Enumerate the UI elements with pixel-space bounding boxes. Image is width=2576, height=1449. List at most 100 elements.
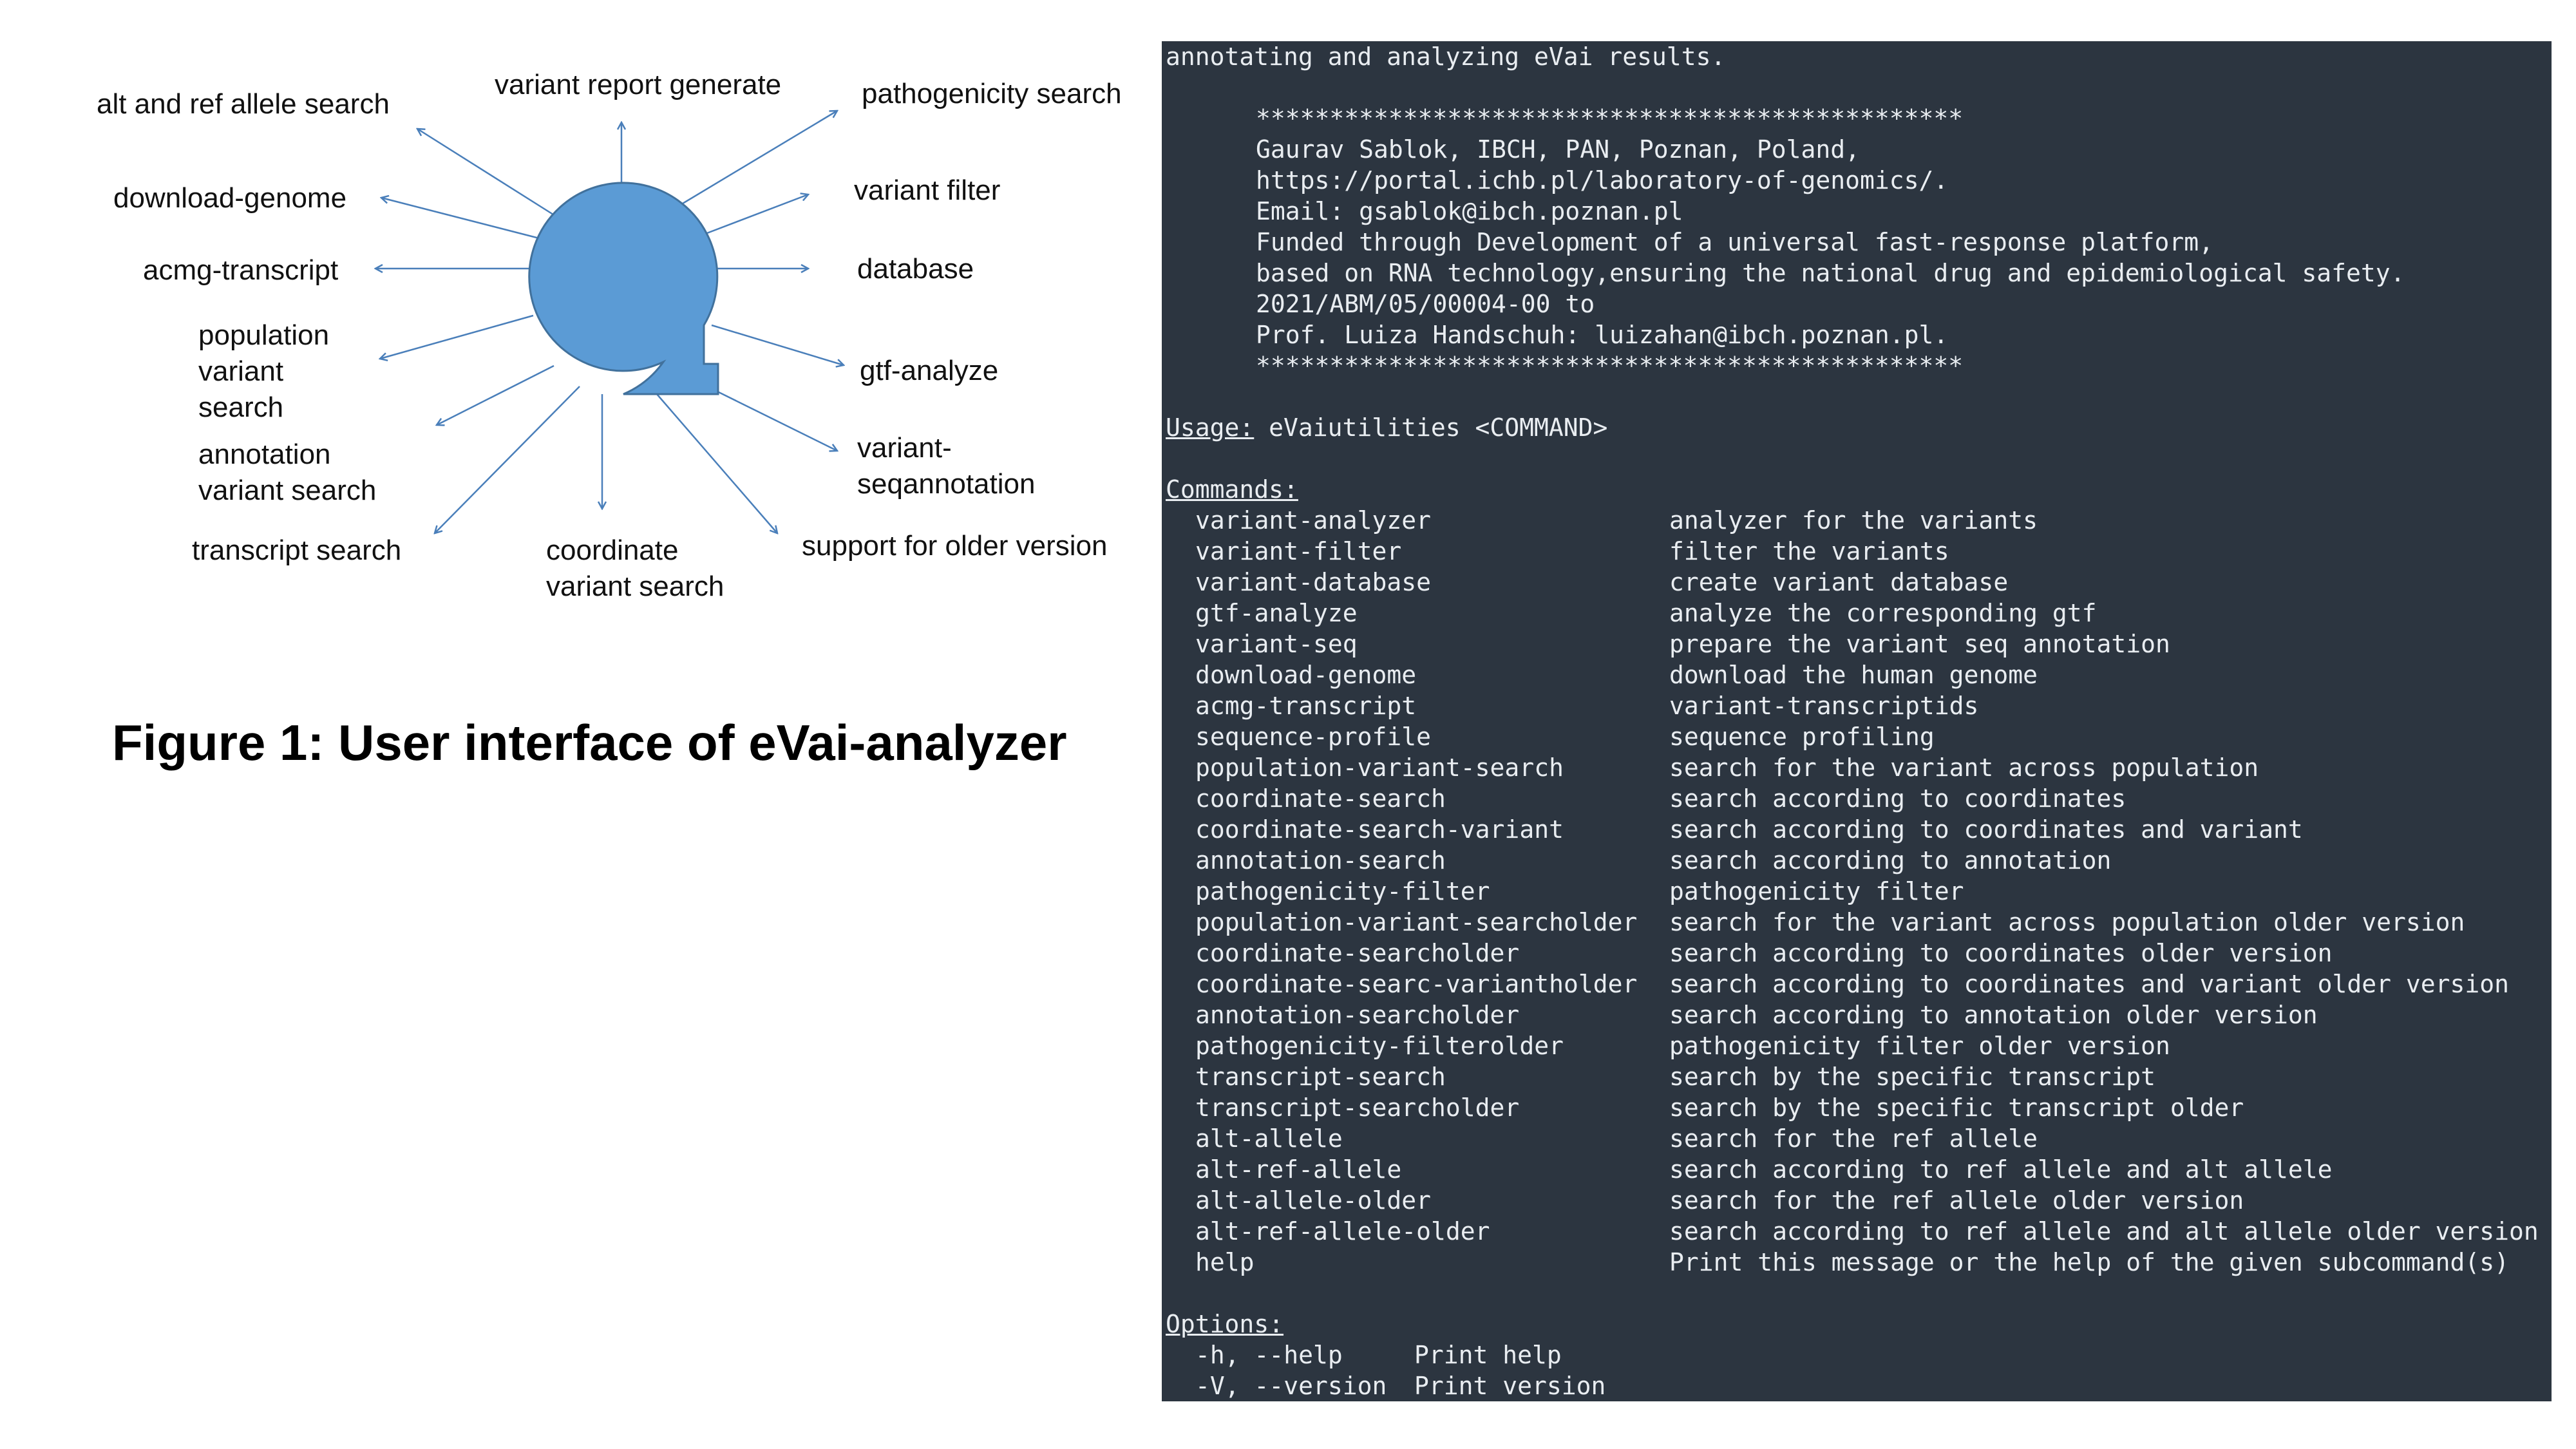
command-name: transcript-searcholder — [1195, 1094, 1520, 1122]
label-download-genome: download-genome — [113, 182, 347, 214]
banner-line: Funded through Development of a universa… — [1256, 228, 2214, 256]
option-flag: -h, --help — [1195, 1341, 1343, 1369]
command-row: gtf-analyze analyze the corresponding gtf — [1166, 598, 2552, 629]
command-description: sequence profiling — [1669, 723, 1935, 751]
command-name: annotation-search — [1195, 846, 1446, 875]
command-row: coordinate-searcholder search according t… — [1166, 938, 2552, 969]
command-description: create variant database — [1669, 568, 2009, 596]
figure-caption: Figure 1: User interface of eVai-analyze… — [112, 714, 1067, 771]
usage-value: eVaiutilities <COMMAND> — [1254, 413, 1608, 442]
command-description: search for the ref allele — [1669, 1124, 2038, 1153]
command-name: variant-filter — [1195, 537, 1402, 565]
command-description: variant-transcriptids — [1669, 692, 1979, 720]
label-variant-filter: variant filter — [854, 175, 1001, 206]
command-row: download-genome download the human genome — [1166, 659, 2552, 690]
label-transcript-search: transcript search — [192, 535, 402, 566]
command-row: pathogenicity-filter pathogenicity filter — [1166, 876, 2552, 907]
command-row: variant-seq prepare the variant seq annot… — [1166, 629, 2552, 659]
arrow-pathogenicity — [672, 111, 837, 211]
command-description: search according to ref allele and alt a… — [1669, 1217, 2539, 1245]
command-name: pathogenicity-filterolder — [1195, 1032, 1564, 1060]
command-row: alt-ref-allele-older search according to … — [1166, 1216, 2552, 1247]
arrow-seqannotation — [715, 390, 837, 451]
banner-line: Gaurav Sablok, IBCH, PAN, Poznan, Poland… — [1256, 135, 1860, 164]
banner-line: based on RNA technology,ensuring the nat… — [1256, 259, 2405, 287]
label-annotation-variant-search: annotation variant search — [198, 439, 377, 506]
arrow-alt-ref — [417, 129, 561, 220]
label-coordinate-variant-search: coordinate variant search — [546, 535, 724, 602]
command-row: transcript-search search by the specific … — [1166, 1061, 2552, 1092]
arrow-older — [656, 393, 777, 533]
banner-line: Email: gsablok@ibch.poznan.pl — [1256, 197, 1683, 225]
options-list: -h, --help Print help -V, --version Print v… — [1166, 1340, 2552, 1401]
command-row: coordinate-searc-variantholder search acc… — [1166, 969, 2552, 999]
command-description: search according to annotation older ver… — [1669, 1001, 2318, 1029]
label-pathogenicity-search: pathogenicity search — [862, 78, 1122, 109]
command-name: variant-analyzer — [1195, 506, 1432, 535]
label-database: database — [857, 253, 974, 285]
command-description: search according to annotation — [1669, 846, 2112, 875]
command-name: acmg-transcript — [1195, 692, 1417, 720]
usage-label: Usage: — [1166, 413, 1255, 442]
label-population-variant-search: population variant search — [198, 319, 330, 423]
command-row: pathogenicity-filterolder pathogenicity f… — [1166, 1030, 2552, 1061]
options-label: Options: — [1166, 1310, 1284, 1338]
command-description: search by the specific transcript older — [1669, 1094, 2244, 1122]
command-row: coordinate-search-variant search accordin… — [1166, 814, 2552, 845]
commands-list: variant-analyzer analyzer for the variant… — [1166, 505, 2552, 1278]
command-description: search according to coordinates and vari… — [1669, 970, 2510, 998]
command-name: sequence-profile — [1195, 723, 1432, 751]
command-name: coordinate-searcholder — [1195, 939, 1520, 967]
arrow-gtf — [711, 324, 844, 365]
command-name: population-variant-search — [1195, 753, 1564, 782]
command-name: help — [1195, 1248, 1255, 1276]
command-description: analyzer for the variants — [1669, 506, 2038, 535]
command-row: variant-analyzer analyzer for the variant… — [1166, 505, 2552, 536]
command-row: alt-allele search for the ref allele — [1166, 1123, 2552, 1154]
arrow-filter — [701, 194, 808, 236]
command-row: population-variant-searcholder search for… — [1166, 907, 2552, 938]
command-description: pathogenicity filter older version — [1669, 1032, 2170, 1060]
command-row: annotation-searcholder search according t… — [1166, 999, 2552, 1030]
command-description: search according to coordinates and vari… — [1669, 815, 2303, 844]
command-name: coordinate-search-variant — [1195, 815, 1564, 844]
command-name: alt-allele-older — [1195, 1186, 1432, 1215]
command-description: analyze the corresponding gtf — [1669, 599, 2097, 627]
commands-label: Commands: — [1166, 475, 1298, 504]
command-name: population-variant-searcholder — [1195, 908, 1638, 936]
commands-heading: Commands: — [1166, 474, 2552, 505]
command-name: download-genome — [1195, 661, 1417, 689]
banner-line: Prof. Luiza Handschuh: luizahan@ibch.poz… — [1256, 321, 1949, 349]
command-description: search according to coordinates older ve… — [1669, 939, 2333, 967]
command-description: prepare the variant seq annotation — [1669, 630, 2170, 658]
option-flag: -V, --version — [1195, 1372, 1387, 1400]
command-row: coordinate-search search according to coo… — [1166, 783, 2552, 814]
command-row: alt-ref-allele search according to ref al… — [1166, 1154, 2552, 1185]
command-name: gtf-analyze — [1195, 599, 1358, 627]
command-row: help Print this message or the help of th… — [1166, 1247, 2552, 1278]
command-row: sequence-profile sequence profiling — [1166, 721, 2552, 752]
command-row: alt-allele-older search for the ref allel… — [1166, 1185, 2552, 1216]
command-name: variant-database — [1195, 568, 1432, 596]
label-acmg-transcript: acmg-transcript — [143, 254, 339, 286]
command-description: download the human genome — [1669, 661, 2038, 689]
option-row: -V, --version Print version — [1166, 1370, 2552, 1401]
command-name: coordinate-searc-variantholder — [1195, 970, 1638, 998]
command-description: filter the variants — [1669, 537, 1949, 565]
banner-line: https://portal.ichb.pl/laboratory-of-gen… — [1256, 166, 1949, 194]
command-description: search according to coordinates — [1669, 784, 2126, 813]
command-description: search for the variant across population — [1669, 753, 2259, 782]
banner-line: 2021/ABM/05/00004-00 to — [1256, 290, 1595, 318]
terminal-window: annotating and analyzing eVai results. *… — [1162, 41, 2552, 1401]
arrow-population — [380, 314, 534, 359]
banner-line: ****************************************… — [1256, 104, 1964, 133]
command-row: acmg-transcript variant-transcriptids — [1166, 690, 2552, 721]
arrow-download — [381, 198, 545, 241]
command-row: transcript-searcholder search by the spec… — [1166, 1092, 2552, 1123]
option-row: -h, --help Print help — [1166, 1340, 2552, 1370]
command-name: coordinate-search — [1195, 784, 1446, 813]
command-name: pathogenicity-filter — [1195, 877, 1490, 905]
command-description: search for the ref allele older version — [1669, 1186, 2244, 1215]
